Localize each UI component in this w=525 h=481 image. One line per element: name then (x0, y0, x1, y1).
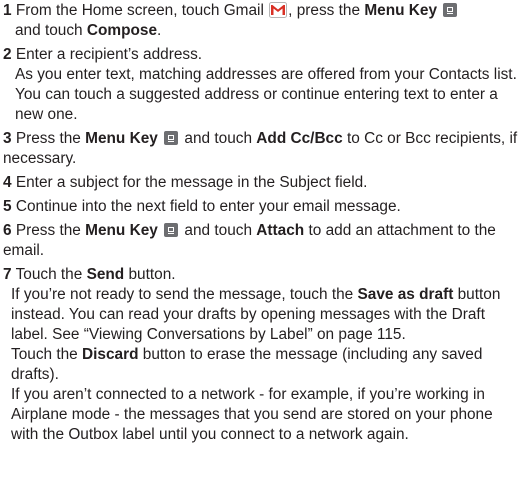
step-text: button. (124, 266, 176, 283)
step-detail: As you enter text, matching addresses ar… (15, 66, 517, 123)
step-note-network: If you aren’t connected to a network - f… (11, 386, 493, 443)
step-number: 1 (3, 2, 12, 19)
menu-key-icon (443, 3, 458, 17)
step-number: 5 (3, 198, 12, 215)
step-text: Press the (15, 222, 86, 239)
step-number: 7 (3, 266, 12, 283)
step-1: 1 From the Home screen, touch Gmail , pr… (3, 1, 519, 41)
gmail-icon (269, 2, 288, 18)
step-text: Continue into the next field to enter yo… (15, 198, 401, 215)
attach-label: Attach (256, 222, 305, 239)
step-text: Enter a subject for the message in the S… (15, 174, 368, 191)
step-4: 4 Enter a subject for the message in the… (3, 173, 519, 193)
step-number: 3 (3, 130, 12, 147)
send-label: Send (86, 266, 125, 283)
step-text: . (157, 22, 162, 39)
step-text: and touch (184, 222, 257, 239)
step-note-draft: If you’re not ready to send the message,… (11, 286, 501, 343)
menu-key-icon (164, 223, 179, 237)
step-number: 4 (3, 174, 12, 191)
menu-key-label: Menu Key (364, 2, 438, 19)
menu-key-label: Menu Key (85, 130, 158, 147)
step-6: 6 Press the Menu Key and touch Attach to… (3, 221, 519, 261)
menu-key-icon (164, 131, 179, 145)
step-note-discard: Touch the Discard button to erase the me… (11, 346, 483, 383)
step-2: 2 Enter a recipient’s address. As you en… (3, 45, 519, 125)
step-text: , press the (288, 2, 365, 19)
step-text: Enter a recipient’s address. (15, 46, 203, 63)
step-number: 6 (3, 222, 12, 239)
step-text: Press the (15, 130, 86, 147)
save-as-draft-label: Save as draft (357, 286, 454, 303)
instructions-page: 1 From the Home screen, touch Gmail , pr… (0, 0, 525, 445)
step-text: and touch (184, 130, 257, 147)
step-text: Touch the (15, 266, 87, 283)
menu-key-label: Menu Key (85, 222, 158, 239)
step-text: From the Home screen, touch Gmail (15, 2, 269, 19)
step-number: 2 (3, 46, 12, 63)
discard-label: Discard (82, 346, 139, 363)
step-5: 5 Continue into the next field to enter … (3, 197, 519, 217)
compose-label: Compose (86, 22, 158, 39)
add-cc-bcc-label: Add Cc/Bcc (256, 130, 343, 147)
step-3: 3 Press the Menu Key and touch Add Cc/Bc… (3, 129, 519, 169)
step-text: and touch (15, 22, 87, 39)
step-7: 7 Touch the Send button. If you’re not r… (3, 265, 519, 445)
